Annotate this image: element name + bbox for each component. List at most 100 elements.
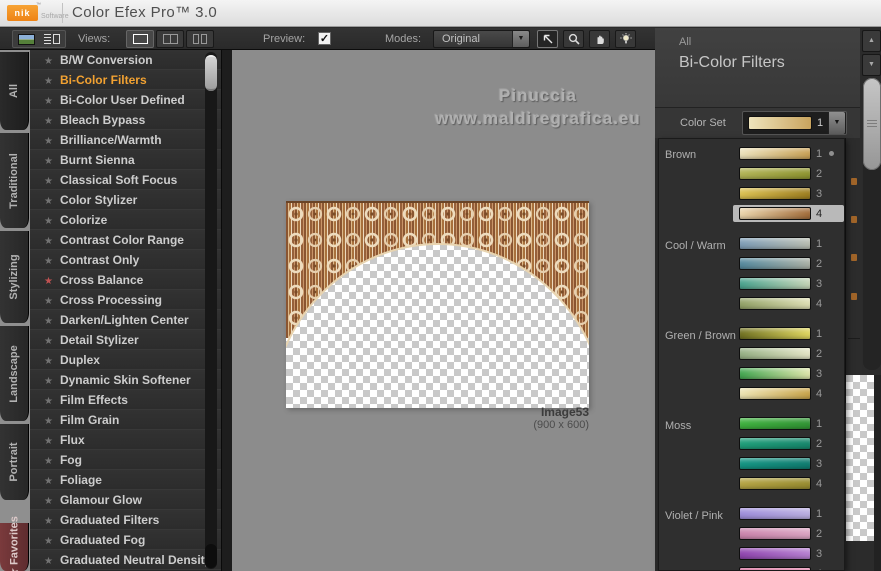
color-set-option[interactable]: 3 <box>733 365 844 382</box>
color-set-option[interactable]: 2 <box>733 525 844 542</box>
filter-item[interactable]: ★ Flux <box>30 430 221 450</box>
filter-item[interactable]: ★ Detail Stylizer <box>30 330 221 350</box>
color-swatch[interactable] <box>739 147 811 160</box>
chevron-down-icon[interactable]: ▼ <box>828 112 845 134</box>
color-swatch[interactable] <box>739 547 811 560</box>
filter-item[interactable]: ★ Bi-Color User Defined <box>30 90 221 110</box>
tab-all[interactable]: All <box>0 52 29 130</box>
zoom-tool-button[interactable] <box>563 30 584 48</box>
filter-item[interactable]: ★ Film Effects <box>30 390 221 410</box>
pan-tool-button[interactable] <box>589 30 610 48</box>
filter-item[interactable]: ★ Bleach Bypass <box>30 110 221 130</box>
star-icon[interactable]: ★ <box>44 76 53 87</box>
filter-item[interactable]: ★ Film Grain <box>30 410 221 430</box>
filter-item[interactable]: ★ Graduated Neutral Density <box>30 550 221 570</box>
color-set-option[interactable]: 3 <box>733 275 844 292</box>
color-set-option[interactable]: 4 <box>733 565 844 570</box>
color-swatch[interactable] <box>739 327 811 340</box>
select-tool-button[interactable] <box>537 30 558 48</box>
color-set-option[interactable]: 3 <box>733 185 844 202</box>
star-icon[interactable]: ★ <box>44 136 53 147</box>
star-icon[interactable]: ★ <box>44 456 53 467</box>
star-icon[interactable]: ★ <box>44 96 53 107</box>
star-icon[interactable]: ★ <box>44 56 53 67</box>
filter-item[interactable]: ★ Contrast Color Range <box>30 230 221 250</box>
color-swatch[interactable] <box>739 507 811 520</box>
star-icon[interactable]: ★ <box>44 376 53 387</box>
tab-portrait[interactable]: Portrait <box>0 424 29 500</box>
filter-item[interactable]: ★ Contrast Only <box>30 250 221 270</box>
filter-item[interactable]: ★ Fog <box>30 450 221 470</box>
star-icon[interactable]: ★ <box>44 476 53 487</box>
tab-traditional[interactable]: Traditional <box>0 133 29 228</box>
color-swatch[interactable] <box>739 187 811 200</box>
star-icon[interactable]: ★ <box>44 216 53 227</box>
color-swatch[interactable] <box>739 367 811 380</box>
color-set-dropdown[interactable]: 1 ▼ <box>742 111 847 135</box>
color-swatch[interactable] <box>739 477 811 490</box>
color-set-option[interactable]: 3 <box>733 545 844 562</box>
filter-item[interactable]: ★ Graduated Fog <box>30 530 221 550</box>
color-swatch[interactable] <box>739 567 811 570</box>
color-set-option[interactable]: 1 <box>733 325 844 342</box>
filter-item[interactable]: ★ Darken/Lighten Center <box>30 310 221 330</box>
color-swatch[interactable] <box>739 297 811 310</box>
color-set-option[interactable]: 3 <box>733 455 844 472</box>
lightbulb-tool-button[interactable] <box>615 30 636 48</box>
list-and-image-button[interactable] <box>39 31 65 47</box>
star-icon[interactable]: ★ <box>44 536 53 547</box>
star-icon[interactable]: ★ <box>44 556 53 567</box>
filter-item[interactable]: ★ B/W Conversion <box>30 50 221 70</box>
filter-list-scrollbar-bottom[interactable] <box>205 544 217 568</box>
tab-stylizing[interactable]: Stylizing <box>0 231 29 323</box>
filter-item[interactable]: ★ Dynamic Skin Softener <box>30 370 221 390</box>
filter-item[interactable]: ★ Glamour Glow <box>30 490 221 510</box>
color-set-option[interactable]: 2 <box>733 165 844 182</box>
star-icon[interactable]: ★ <box>44 516 53 527</box>
filter-item[interactable]: ★ Brilliance/Warmth <box>30 130 221 150</box>
star-icon[interactable]: ★ <box>44 176 53 187</box>
star-icon[interactable]: ★ <box>44 296 53 307</box>
modes-dropdown[interactable]: Original Image ▼ <box>433 30 530 61</box>
color-swatch[interactable] <box>739 167 811 180</box>
tab-favorites[interactable]: ★ Favorites <box>0 516 29 571</box>
filter-item[interactable]: ★ Burnt Sienna <box>30 150 221 170</box>
filter-list-scrollbar-thumb[interactable] <box>205 55 217 91</box>
color-swatch[interactable] <box>739 457 811 470</box>
color-set-option[interactable]: 4 <box>733 475 844 492</box>
panel-scroll-down-button[interactable]: ▼ <box>862 54 881 76</box>
star-icon[interactable]: ★ <box>44 316 53 327</box>
preview-image[interactable] <box>269 201 607 571</box>
filter-item[interactable]: ★ Graduated Filters <box>30 510 221 530</box>
star-icon[interactable]: ★ <box>44 496 53 507</box>
star-icon[interactable]: ★ <box>44 356 53 367</box>
color-set-option[interactable]: 2 <box>733 435 844 452</box>
filter-item[interactable]: ★ Foliage <box>30 470 221 490</box>
filter-item-favorite[interactable]: ★ Cross Balance <box>30 270 221 290</box>
color-swatch[interactable] <box>739 257 811 270</box>
image-only-button[interactable] <box>13 31 39 47</box>
star-icon[interactable]: ★ <box>44 336 53 347</box>
star-icon[interactable]: ★ <box>44 396 53 407</box>
color-set-option[interactable]: 1 <box>733 505 844 522</box>
color-swatch[interactable] <box>739 237 811 250</box>
star-icon[interactable]: ★ <box>44 116 53 127</box>
star-icon[interactable]: ★ <box>44 436 53 447</box>
color-swatch[interactable] <box>739 387 811 400</box>
color-set-option[interactable]: 4 <box>733 295 844 312</box>
filter-item[interactable]: ★ Classical Soft Focus <box>30 170 221 190</box>
color-set-option[interactable]: 4 <box>733 385 844 402</box>
star-icon[interactable]: ★ <box>44 416 53 427</box>
color-swatch[interactable] <box>739 527 811 540</box>
color-swatch[interactable] <box>739 417 811 430</box>
tab-landscape[interactable]: Landscape <box>0 326 29 421</box>
split-view-button[interactable] <box>156 30 184 48</box>
filter-list-scrollbar-track[interactable] <box>205 52 217 569</box>
color-swatch[interactable] <box>739 277 811 290</box>
star-icon[interactable]: ★ <box>44 156 53 167</box>
color-swatch[interactable] <box>739 207 811 220</box>
star-icon[interactable]: ★ <box>44 276 53 287</box>
single-view-button[interactable] <box>126 30 154 48</box>
color-set-option[interactable]: 2 <box>733 345 844 362</box>
filter-item[interactable]: ★ Color Stylizer <box>30 190 221 210</box>
